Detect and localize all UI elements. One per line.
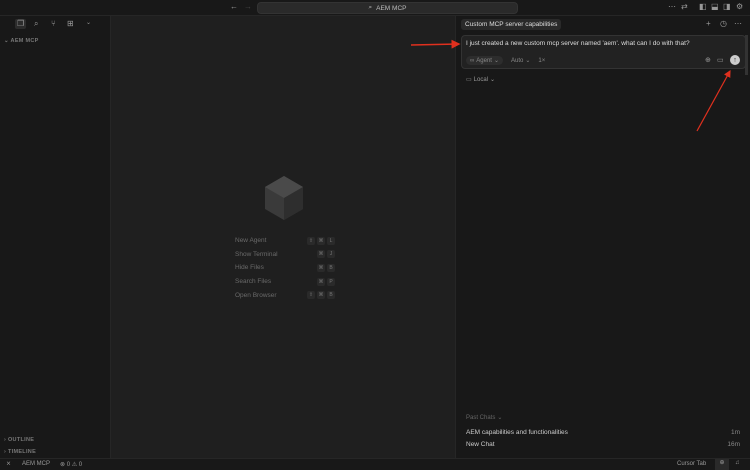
timeline-label: TIMELINE: [7, 449, 37, 455]
project-name[interactable]: AEM MCP: [22, 461, 50, 467]
key-cap: B: [327, 263, 335, 272]
key-cap: J: [327, 250, 335, 259]
location-selector[interactable]: ▭ Local ⌄: [466, 76, 496, 84]
editor-area: New Agent ⇧ ⌘ L Show Terminal ⌘ J Hide Files ⌘ B S…: [111, 16, 456, 458]
chevron-down-icon[interactable]: ⌄: [86, 20, 91, 26]
key-cap: ⇧: [307, 236, 315, 245]
shortcut-label: Show Terminal: [235, 250, 278, 258]
shortcut-keys: ⇧ ⌘ L: [307, 236, 335, 245]
warning-count: 0: [78, 462, 83, 468]
chevron-down-icon: ⌄: [497, 415, 503, 421]
history-clock-icon[interactable]: ◷: [720, 20, 727, 28]
chevron-down-icon: ⌄: [493, 58, 499, 64]
shortcut-label: Search Files: [235, 278, 272, 286]
shortcut-item[interactable]: Show Terminal ⌘ J: [235, 248, 335, 262]
back-arrow-icon[interactable]: ←: [230, 3, 238, 11]
past-chat-time: 16m: [727, 440, 740, 448]
forward-arrow-icon[interactable]: →: [244, 3, 252, 11]
mode-selector[interactable]: ∞ Agent ⌄: [466, 56, 503, 65]
folder-header[interactable]: ⌄ AEM MCP: [4, 38, 39, 44]
send-button[interactable]: ↑: [730, 55, 740, 65]
shortcut-label: New Agent: [235, 237, 267, 245]
explorer-icon[interactable]: ❐: [15, 19, 27, 29]
toggle-right-panel-icon[interactable]: ◨: [723, 3, 731, 11]
chat-panel: Custom MCP server capabilities + ◷ ⋯ I j…: [456, 16, 750, 458]
shortcut-item[interactable]: Hide Files ⌘ B: [235, 261, 335, 275]
infinity-icon: ∞: [470, 57, 475, 64]
swap-icon[interactable]: ⇄: [681, 3, 688, 11]
new-chat-plus-icon[interactable]: +: [706, 20, 711, 28]
more-icon[interactable]: ⋯: [668, 3, 676, 11]
folder-name: AEM MCP: [10, 38, 39, 44]
chat-message-box[interactable]: I just created a new custom mcp server n…: [461, 35, 746, 69]
key-cap: L: [327, 236, 335, 245]
key-cap: ⌘: [317, 291, 325, 300]
shortcut-keys: ⌘ J: [307, 250, 335, 259]
bell-icon[interactable]: ♫: [735, 460, 740, 466]
search-icon: ⌕: [368, 4, 373, 11]
cursor-logo-icon: [265, 176, 303, 220]
chat-tab[interactable]: Custom MCP server capabilities: [461, 19, 562, 30]
model-label: Auto: [511, 57, 524, 64]
search-icon[interactable]: ⌕: [34, 20, 38, 28]
toggle-panel-icon[interactable]: ⬓: [711, 3, 719, 11]
model-selector[interactable]: Auto ⌄: [511, 57, 531, 65]
source-control-icon[interactable]: ⑂: [51, 20, 56, 28]
key-cap: B: [327, 291, 335, 300]
past-chat-item[interactable]: New Chat 16m: [466, 438, 740, 450]
past-chat-title: New Chat: [466, 440, 495, 448]
shortcut-keys: ⇧ ⌘ B: [307, 291, 335, 300]
shortcut-keys: ⌘ B: [307, 263, 335, 272]
outline-section[interactable]: › OUTLINE: [4, 437, 34, 443]
timeline-section[interactable]: › TIMELINE: [4, 449, 36, 455]
shortcut-keys: ⌘ P: [307, 277, 335, 286]
key-cap: ⇧: [307, 291, 315, 300]
status-bar: ⨯ AEM MCP ⊗ 0 ⚠ 0 Cursor Tab ⊕ ♫: [0, 458, 750, 470]
image-icon[interactable]: ▭: [717, 57, 724, 64]
mode-label: Agent: [476, 57, 492, 64]
command-search[interactable]: ⌕ AEM MCP: [257, 2, 518, 14]
past-chat-title: AEM capabilities and functionalities: [466, 428, 568, 436]
multiplier[interactable]: 1×: [538, 58, 545, 64]
shortcut-label: Hide Files: [235, 264, 264, 272]
sidebar: ❐ ⌕ ⑂ ⊞ ⌄ ⌄ AEM MCP › OUTLINE › TIMELINE: [0, 16, 111, 458]
remote-icon[interactable]: ⨯: [6, 460, 11, 467]
past-chats-list: AEM capabilities and functionalities 1m Ne…: [466, 426, 740, 450]
title-bar: ← → ⌕ AEM MCP ⋯ ⇄ ◧ ⬓ ◨ ⚙: [0, 0, 750, 16]
zoom-icon[interactable]: ⊕: [715, 459, 729, 470]
key-cap: ⌘: [317, 277, 325, 286]
toggle-sidebar-icon[interactable]: ◧: [699, 3, 707, 11]
laptop-icon: ▭: [466, 77, 472, 83]
shortcut-item[interactable]: Open Browser ⇧ ⌘ B: [235, 288, 335, 302]
past-chat-item[interactable]: AEM capabilities and functionalities 1m: [466, 426, 740, 438]
past-chats-label: Past Chats: [466, 414, 496, 421]
location-label: Local: [473, 76, 489, 83]
past-chats-toggle[interactable]: Past Chats ⌄: [466, 414, 503, 422]
more-icon[interactable]: ⋯: [734, 20, 742, 28]
key-cap: ⌘: [317, 263, 325, 272]
extensions-icon[interactable]: ⊞: [67, 20, 74, 28]
key-cap: P: [327, 277, 335, 286]
scrollbar[interactable]: [745, 35, 748, 75]
error-count: 0: [66, 462, 71, 468]
shortcut-item[interactable]: Search Files ⌘ P: [235, 275, 335, 289]
globe-icon[interactable]: ⊕: [705, 57, 711, 64]
problems-indicator[interactable]: ⊗ 0 ⚠ 0: [60, 461, 82, 468]
outline-label: OUTLINE: [7, 437, 35, 443]
shortcut-list: New Agent ⇧ ⌘ L Show Terminal ⌘ J Hide Files ⌘ B S…: [235, 234, 335, 302]
message-text: I just created a new custom mcp server n…: [466, 40, 690, 47]
shortcut-item[interactable]: New Agent ⇧ ⌘ L: [235, 234, 335, 248]
shortcut-label: Open Browser: [235, 291, 277, 299]
key-cap: ⌘: [317, 250, 325, 259]
key-cap: ⌘: [317, 236, 325, 245]
chevron-down-icon: ⌄: [490, 77, 496, 83]
search-text: AEM MCP: [376, 4, 407, 12]
chevron-down-icon: ⌄: [525, 58, 531, 64]
past-chat-time: 1m: [730, 428, 740, 436]
settings-gear-icon[interactable]: ⚙: [736, 3, 743, 11]
cursor-tab-button[interactable]: Cursor Tab: [677, 461, 706, 467]
